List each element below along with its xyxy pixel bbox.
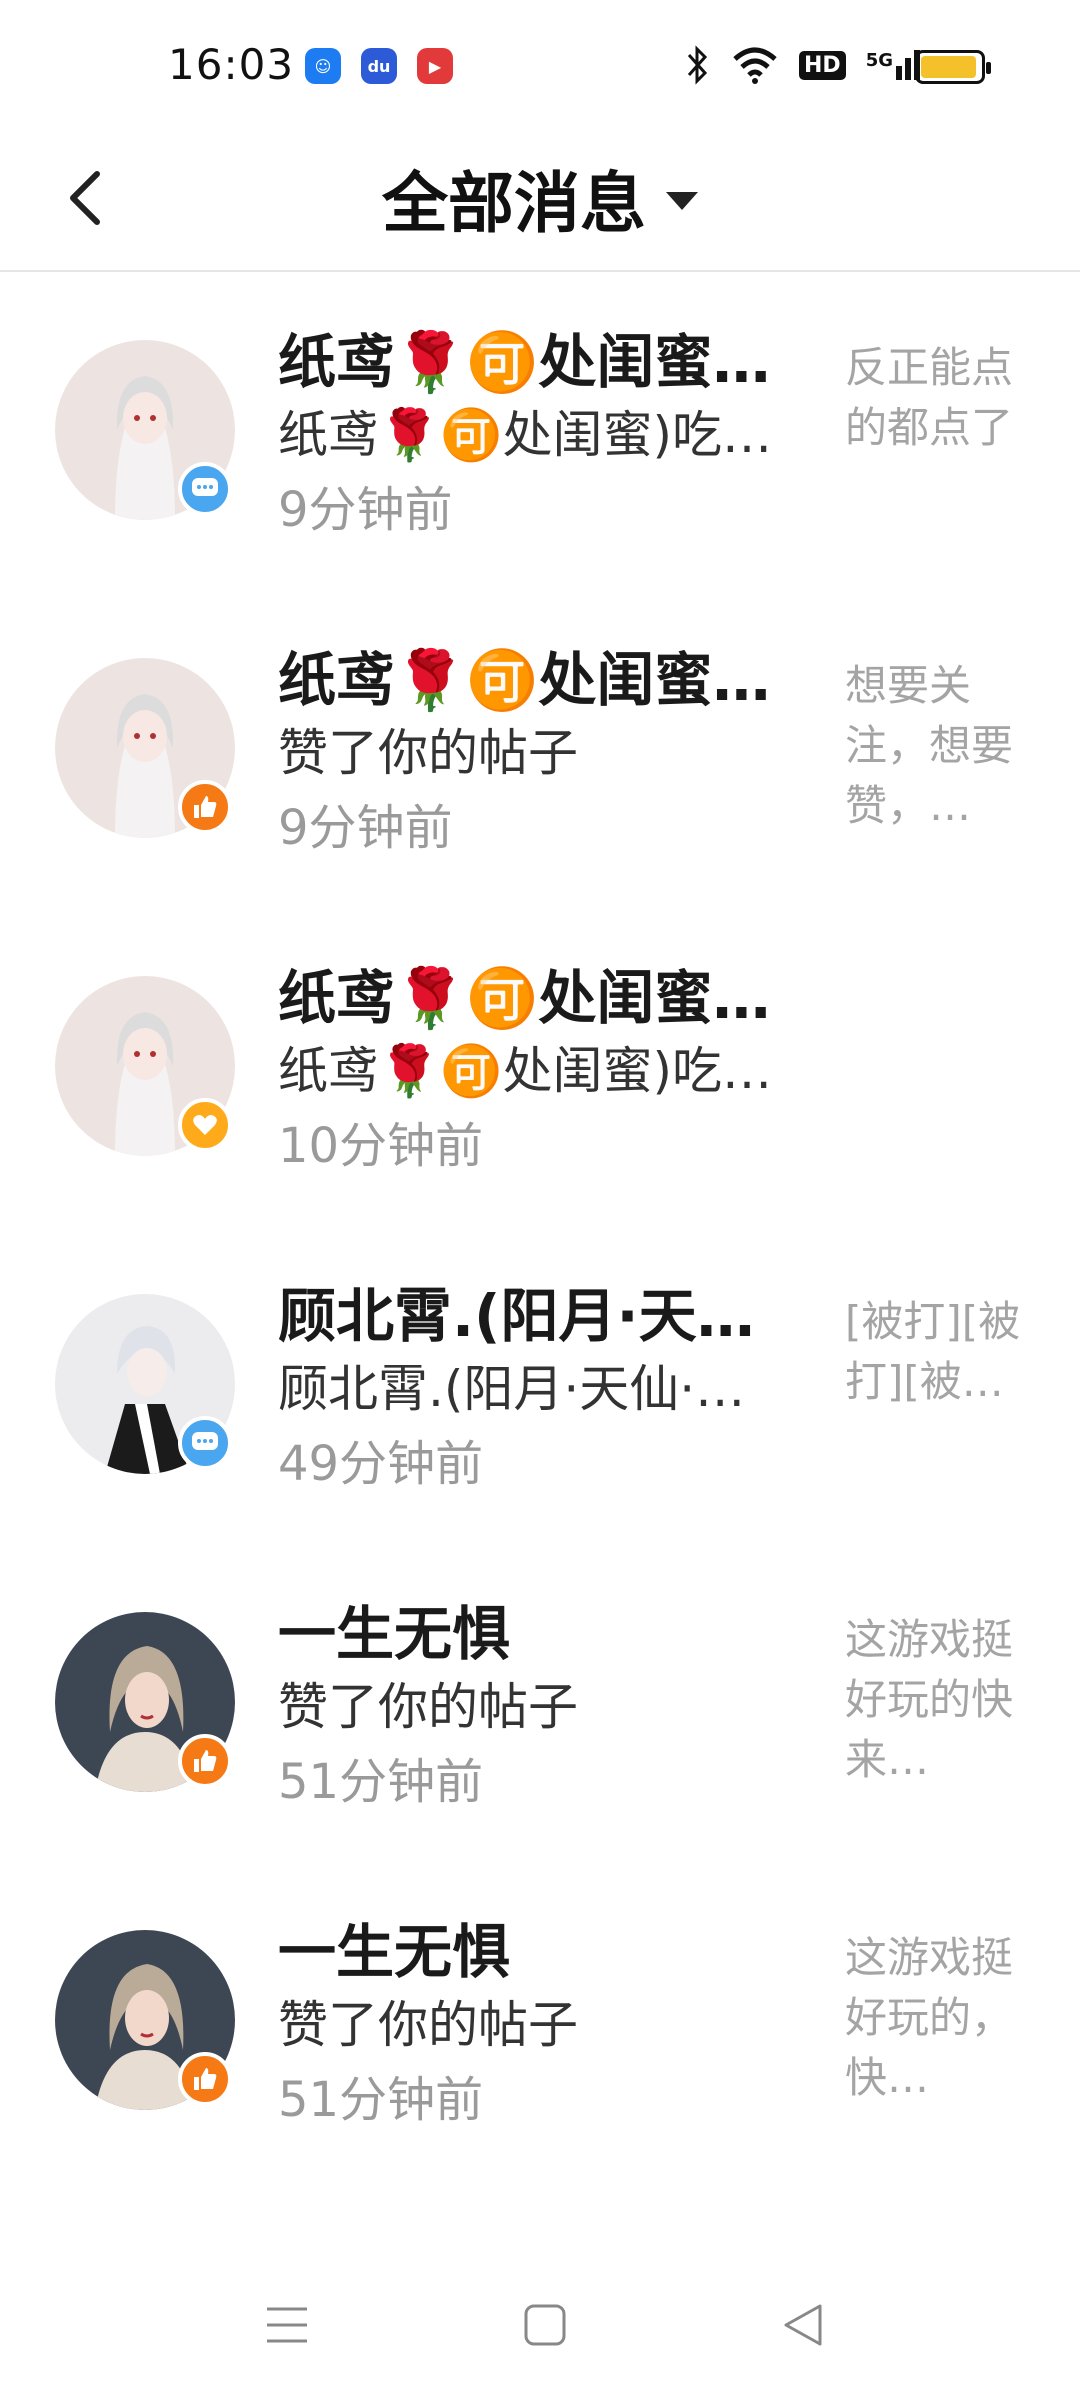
signal-5g-icon: 5G (866, 50, 920, 80)
message-item[interactable]: 顾北霄.(阳月·天… 顾北霄.(阳月·天仙·… 49分钟前 [被打][被打][被… (0, 1254, 1080, 1572)
triangle-down-icon (666, 192, 698, 210)
comment-icon (178, 1416, 232, 1470)
thumbs-up-icon (178, 2052, 232, 2106)
page-title: 全部消息 (382, 165, 646, 242)
message-item[interactable]: 纸鸢🌹🉑处闺蜜… 赞了你的帖子 9分钟前 想要关注，想要赞，… (0, 618, 1080, 936)
system-back-button[interactable] (768, 2290, 838, 2360)
comment-icon (178, 462, 232, 516)
sender-name: 顾北霄.(阳月·天… (278, 1282, 755, 1350)
square-home-icon (524, 2304, 566, 2346)
bluetooth-icon (687, 45, 708, 85)
triangle-back-icon (784, 2304, 822, 2346)
message-content: 赞了你的帖子 (278, 724, 578, 782)
sender-name: 一生无惧 (278, 1600, 511, 1668)
message-content: 纸鸢🌹🉑处闺蜜)吃… (278, 406, 773, 464)
wifi-icon (733, 47, 777, 84)
message-item[interactable]: 纸鸢🌹🉑处闺蜜… 纸鸢🌹🉑处闺蜜)吃… 9分钟前 反正能点的都点了 (0, 300, 1080, 618)
video-app-icon: ▶ (417, 48, 453, 84)
message-time: 9分钟前 (278, 800, 453, 856)
message-list: 纸鸢🌹🉑处闺蜜… 纸鸢🌹🉑处闺蜜)吃… 9分钟前 反正能点的都点了 纸鸢🌹🉑处闺… (0, 300, 1080, 2208)
notification-app-icon: ☺ (305, 48, 341, 84)
sender-name: 纸鸢🌹🉑处闺蜜… (278, 328, 771, 396)
hd-icon: HD (799, 50, 846, 80)
navigation-bar (0, 2250, 1080, 2400)
menu-button[interactable] (252, 2290, 322, 2360)
title-dropdown[interactable]: 全部消息 (0, 148, 1080, 248)
status-time: 16:03 (168, 40, 295, 89)
sender-name: 纸鸢🌹🉑处闺蜜… (278, 646, 771, 714)
post-preview: 这游戏挺好玩的快来… (845, 1615, 1014, 1784)
thumbs-up-icon (178, 1734, 232, 1788)
message-time: 9分钟前 (278, 482, 453, 538)
message-content: 顾北霄.(阳月·天仙·… (278, 1360, 746, 1418)
post-preview: 反正能点的都点了 (845, 343, 1014, 452)
status-bar: 16:03 ☺ du ▶ HD 5G (0, 0, 1080, 130)
battery-icon (915, 50, 991, 84)
message-item[interactable]: 一生无惧 赞了你的帖子 51分钟前 这游戏挺好玩的，快… (0, 1890, 1080, 2208)
post-preview: [被打][被打][被… (845, 1297, 1021, 1406)
message-time: 10分钟前 (278, 1118, 484, 1174)
thumbs-up-icon (178, 780, 232, 834)
heart-icon (178, 1098, 232, 1152)
post-preview: 想要关注，想要赞，… (845, 661, 1014, 830)
notification-icons: ☺ du ▶ (305, 48, 453, 84)
header: 全部消息 (0, 130, 1080, 272)
menu-icon (267, 2307, 307, 2343)
message-time: 51分钟前 (278, 1754, 484, 1810)
message-content: 赞了你的帖子 (278, 1996, 578, 2054)
post-preview: 这游戏挺好玩的，快… (845, 1933, 1014, 2102)
system-icons: HD 5G (685, 45, 920, 85)
message-content: 赞了你的帖子 (278, 1678, 578, 1736)
sender-name: 一生无惧 (278, 1918, 511, 1986)
baidu-app-icon: du (361, 48, 397, 84)
message-item[interactable]: 一生无惧 赞了你的帖子 51分钟前 这游戏挺好玩的快来… (0, 1572, 1080, 1890)
home-button[interactable] (510, 2290, 580, 2360)
message-item[interactable]: 纸鸢🌹🉑处闺蜜… 纸鸢🌹🉑处闺蜜)吃… 10分钟前 (0, 936, 1080, 1254)
sender-name: 纸鸢🌹🉑处闺蜜… (278, 964, 771, 1032)
message-time: 49分钟前 (278, 1436, 484, 1492)
message-content: 纸鸢🌹🉑处闺蜜)吃… (278, 1042, 773, 1100)
message-time: 51分钟前 (278, 2072, 484, 2128)
